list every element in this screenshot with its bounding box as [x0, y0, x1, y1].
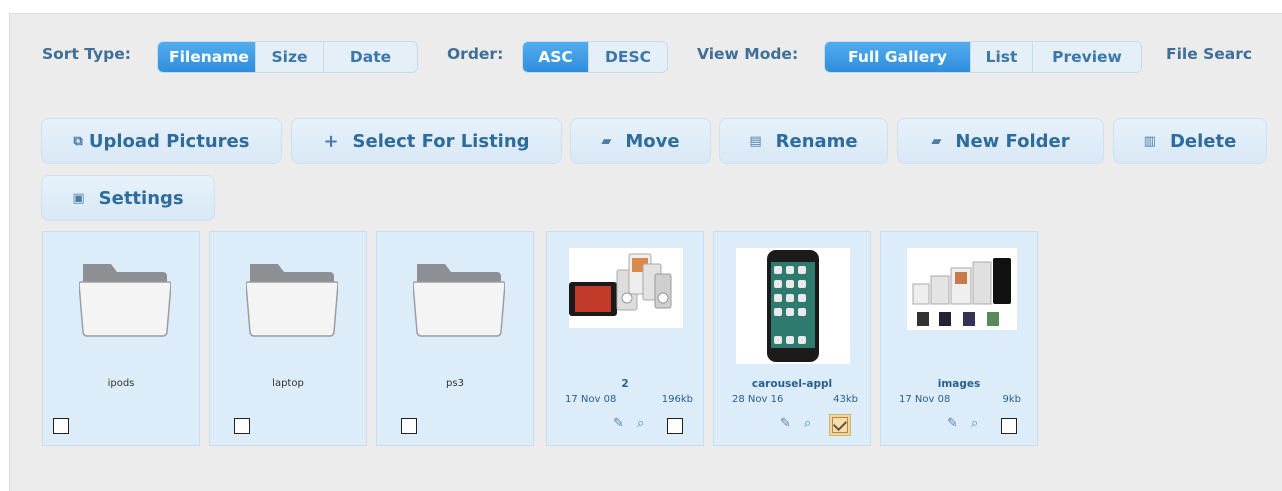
view-mode-label: View Mode: — [697, 45, 799, 63]
sort-size-button[interactable]: Size — [256, 42, 324, 72]
file-size: 196kb — [661, 394, 693, 405]
file-date: 17 Nov 08 — [899, 394, 951, 405]
move-label: Move — [625, 130, 680, 152]
sort-type-label: Sort Type: — [42, 45, 131, 63]
rename-button[interactable]: ▤ Rename — [719, 118, 888, 164]
order-group: ASC DESC — [522, 41, 668, 73]
delete-label: Delete — [1169, 130, 1237, 152]
file-tile-2[interactable]: 2 17 Nov 08 196kb ✎ ⌕ — [546, 231, 704, 446]
folder-icon — [246, 264, 338, 337]
sort-filename-button[interactable]: Filename — [158, 42, 256, 72]
edit-icon[interactable]: ✎ — [613, 416, 624, 431]
sort-date-button[interactable]: Date — [324, 42, 417, 72]
file-checkbox[interactable] — [667, 418, 683, 434]
folder-icon: ▰ — [931, 133, 942, 149]
move-button[interactable]: ▰ Move — [570, 118, 711, 164]
file-date: 17 Nov 08 — [565, 394, 617, 405]
plus-icon: + — [323, 130, 339, 152]
sort-type-group: Filename Size Date — [157, 41, 418, 73]
settings-panel-icon: ▣ — [72, 190, 85, 206]
file-name[interactable]: images — [881, 378, 1037, 390]
folder-name: laptop — [272, 378, 304, 389]
rename-label: Rename — [775, 130, 858, 152]
folder-icon — [413, 264, 505, 337]
upload-pictures-button[interactable]: ⧉ Upload Pictures — [41, 118, 282, 164]
upload-pictures-label: Upload Pictures — [88, 130, 250, 152]
file-search-label: File Searc — [1166, 45, 1253, 63]
folder-icon — [79, 264, 171, 337]
folder-open-icon: ▰ — [601, 133, 612, 149]
zoom-icon[interactable]: ⌕ — [637, 416, 644, 431]
trash-icon: ▥ — [1143, 133, 1156, 149]
settings-button[interactable]: ▣ Settings — [41, 175, 215, 221]
file-tile-images[interactable]: images 17 Nov 08 9kb ✎ ⌕ — [880, 231, 1038, 446]
new-folder-button[interactable]: ▰ New Folder — [897, 118, 1104, 164]
edit-icon[interactable]: ✎ — [947, 416, 958, 431]
file-date: 28 Nov 16 — [732, 394, 784, 405]
folder-checkbox[interactable] — [234, 418, 250, 434]
external-link-icon: ⧉ — [73, 133, 83, 149]
zoom-icon[interactable]: ⌕ — [804, 416, 811, 431]
file-name[interactable]: carousel-appl — [714, 378, 870, 390]
file-tile-carousel-appl[interactable]: carousel-appl 28 Nov 16 43kb ✎ ⌕ — [713, 231, 871, 446]
order-label: Order: — [447, 45, 504, 63]
file-checkbox[interactable] — [832, 417, 848, 433]
select-for-listing-button[interactable]: + Select For Listing — [291, 118, 562, 164]
settings-label: Settings — [98, 187, 184, 209]
order-asc-button[interactable]: ASC — [523, 42, 589, 72]
file-size: 43kb — [833, 394, 858, 405]
zoom-icon[interactable]: ⌕ — [971, 416, 978, 431]
edit-icon[interactable]: ✎ — [780, 416, 791, 431]
folder-tile-ps3[interactable]: ps3 — [376, 231, 534, 446]
iphone-thumbnail — [736, 248, 850, 364]
folder-tile-laptop[interactable]: laptop — [209, 231, 367, 446]
view-preview-button[interactable]: Preview — [1033, 42, 1141, 72]
file-size: 9kb — [1002, 394, 1021, 405]
select-for-listing-label: Select For Listing — [352, 130, 530, 152]
ipod-collection-thumbnail — [569, 248, 683, 328]
comment-icon: ▤ — [749, 133, 762, 149]
folder-checkbox[interactable] — [53, 418, 69, 434]
view-mode-group: Full Gallery List Preview — [824, 41, 1142, 73]
order-desc-button[interactable]: DESC — [589, 42, 667, 72]
view-list-button[interactable]: List — [971, 42, 1033, 72]
folder-name: ps3 — [446, 378, 464, 389]
ipod-lineup-thumbnail — [907, 248, 1017, 330]
folder-name: ipods — [107, 378, 135, 389]
delete-button[interactable]: ▥ Delete — [1113, 118, 1267, 164]
folder-checkbox[interactable] — [401, 418, 417, 434]
file-name[interactable]: 2 — [547, 378, 703, 390]
file-checkbox[interactable] — [1001, 418, 1017, 434]
folder-tile-ipods[interactable]: ipods — [42, 231, 200, 446]
new-folder-label: New Folder — [955, 130, 1070, 152]
view-full-gallery-button[interactable]: Full Gallery — [825, 42, 971, 72]
